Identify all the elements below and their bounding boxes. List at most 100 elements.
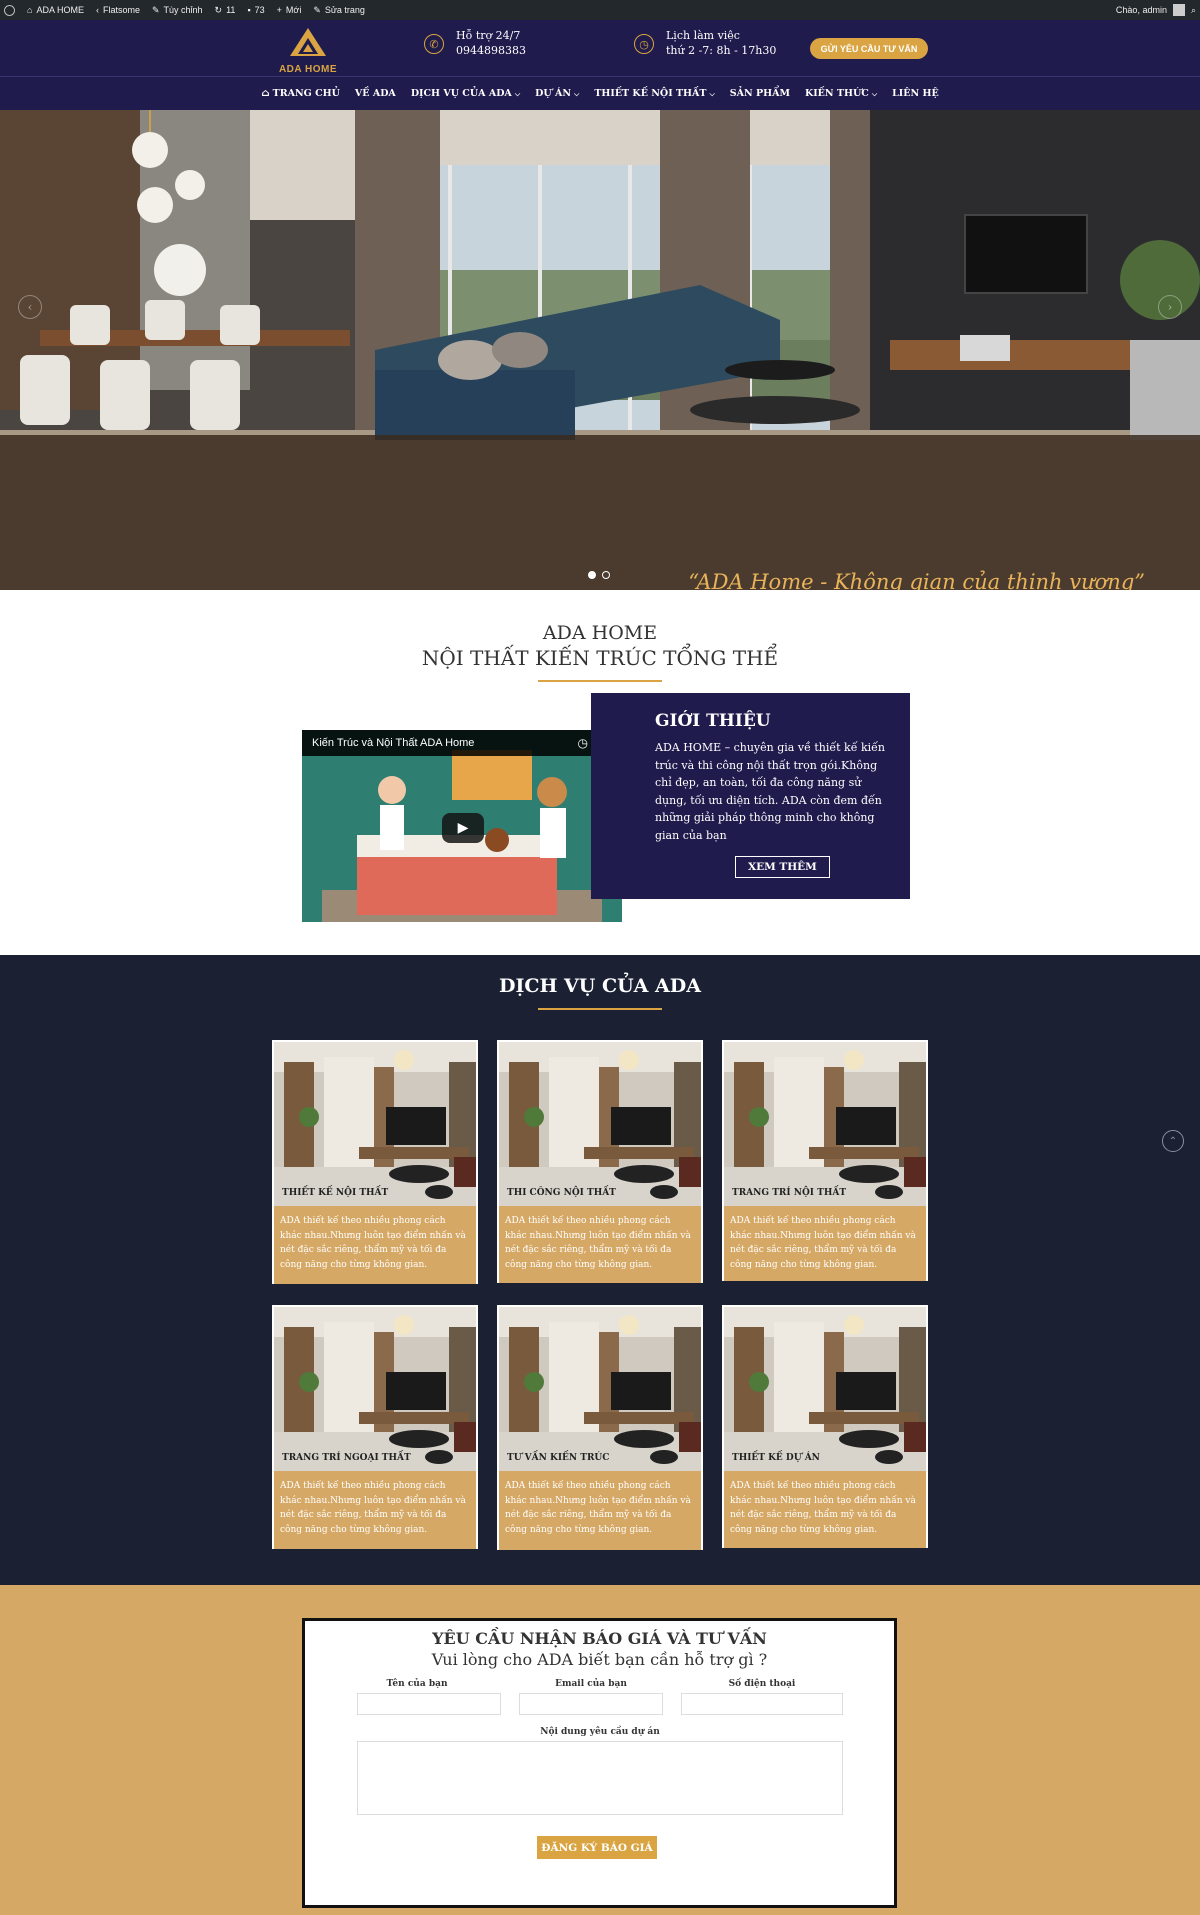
chevron-down-icon: ⌵ bbox=[871, 88, 878, 98]
hero-next-arrow-icon[interactable]: › bbox=[1158, 295, 1182, 319]
chevron-down-icon: ⌵ bbox=[574, 88, 580, 98]
intro-box-text: ADA HOME – chuyên gia về thiết kế kiến t… bbox=[655, 741, 886, 842]
wordpress-logo-icon[interactable] bbox=[4, 4, 15, 16]
support-label: Hỗ trợ 24/7 bbox=[456, 29, 521, 42]
avatar[interactable] bbox=[1172, 4, 1185, 16]
clock-icon: ◷ bbox=[634, 34, 654, 54]
clock-icon[interactable]: ◷ bbox=[577, 736, 587, 750]
nav-item-8[interactable]: LIÊN HỆ bbox=[892, 88, 939, 99]
phone-field[interactable] bbox=[681, 1693, 843, 1715]
service-card[interactable]: TƯ VẤN KIẾN TRÚC ADA thiết kế theo nhiều … bbox=[497, 1305, 703, 1550]
main-nav: ⌂ TRANG CHỦ VỀ ADA DỊCH VỤ CỦA ADA ⌵ DỰ ÁN ⌵ TH… bbox=[0, 76, 1200, 110]
intro-divider bbox=[538, 680, 662, 682]
service-card[interactable]: TRANG TRÍ NGOẠI THẤT ADA thiết kế theo nh… bbox=[272, 1305, 478, 1549]
nav-label: SẢN PHẨM bbox=[729, 88, 790, 99]
brush-icon: ✎ bbox=[151, 4, 160, 15]
admin-bar: ⌂ ADA HOME ‹ Flatsome ✎ Tùy chỉnh ↻ 11 ▪ 73 +… bbox=[0, 0, 1200, 20]
hours-label: Lịch làm việc bbox=[666, 29, 740, 42]
nav-label: VỀ ADA bbox=[354, 88, 396, 99]
nav-label: DỰ ÁN bbox=[535, 88, 572, 99]
email-label: Email của bạn bbox=[555, 1679, 627, 1689]
service-label[interactable]: TRANG TRÍ NGOẠI THẤT bbox=[282, 1453, 411, 1463]
nav-label: DỊCH VỤ CỦA ADA bbox=[410, 88, 512, 99]
service-card[interactable]: THIẾT KẾ DỰ ÁN ADA thiết kế theo nhiều ph… bbox=[722, 1305, 928, 1548]
service-description: ADA thiết kế theo nhiều phong cách khác … bbox=[730, 1481, 916, 1535]
admin-new-link[interactable]: + Mới bbox=[277, 5, 302, 15]
intro-box-heading: GIỚI THIỆU bbox=[655, 711, 771, 731]
working-hours: ◷ Lịch làm việc thứ 2 -7: 8h - 17h30 bbox=[634, 28, 776, 58]
service-label[interactable]: THI CÔNG NỘI THẤT bbox=[507, 1188, 616, 1198]
admin-comments-link[interactable]: ▪ 73 bbox=[247, 5, 264, 15]
request-consult-button[interactable]: GỬI YÊU CẦU TƯ VẤN bbox=[810, 38, 928, 59]
service-description: ADA thiết kế theo nhiều phong cách khác … bbox=[505, 1481, 691, 1535]
admin-greeting[interactable]: Chào, admin bbox=[1116, 5, 1167, 15]
support-phone[interactable]: 0944898383 bbox=[456, 43, 526, 58]
message-field[interactable] bbox=[357, 1741, 843, 1815]
house-icon: ⌂ bbox=[27, 5, 33, 15]
nav-label: KIẾN THỨC bbox=[804, 88, 869, 99]
slider-dot-2[interactable] bbox=[602, 571, 610, 579]
nav-label: TRANG CHỦ bbox=[272, 88, 340, 99]
service-description: ADA thiết kế theo nhiều phong cách khác … bbox=[730, 1216, 916, 1270]
service-card[interactable]: THIẾT KẾ NỘI THẤT ADA thiết kế theo nhiều… bbox=[272, 1040, 478, 1284]
intro-title-2: NỘI THẤT KIẾN TRÚC TỔNG THỂ bbox=[421, 646, 779, 670]
nav-item-7[interactable]: KIẾN THỨC ⌵ bbox=[805, 88, 877, 99]
services-divider bbox=[538, 1008, 662, 1010]
nav-item-1[interactable]: ⌂ TRANG CHỦ bbox=[261, 88, 340, 99]
nav-item-3[interactable]: DỊCH VỤ CỦA ADA ⌵ bbox=[411, 88, 520, 99]
service-label[interactable]: THIẾT KẾ NỘI THẤT bbox=[282, 1188, 388, 1198]
intro-title-1: ADA HOME bbox=[542, 622, 658, 644]
service-card[interactable]: THI CÔNG NỘI THẤT ADA thiết kế theo nhiều… bbox=[497, 1040, 703, 1283]
service-card[interactable]: TRANG TRÍ NỘI THẤT ADA thiết kế theo nhiề… bbox=[722, 1040, 928, 1281]
nav-item-2[interactable]: VỀ ADA bbox=[355, 88, 396, 99]
service-label[interactable]: TƯ VẤN KIẾN TRÚC bbox=[507, 1453, 609, 1463]
hero-tagline: “ADA Home - Không gian của thịnh vượng” bbox=[688, 570, 1145, 590]
service-description: ADA thiết kế theo nhiều phong cách khác … bbox=[280, 1481, 466, 1535]
phone-label: Số điện thoại bbox=[728, 1679, 796, 1689]
video-title[interactable]: Kiến Trúc và Nội Thất ADA Home bbox=[312, 737, 474, 749]
hero-image bbox=[0, 110, 1200, 590]
play-icon[interactable]: ▶ bbox=[442, 813, 484, 843]
admin-edit-link[interactable]: ✎ Sửa trang bbox=[313, 5, 365, 16]
nav-item-6[interactable]: SẢN PHẨM bbox=[730, 88, 790, 99]
support-contact: ✆ Hỗ trợ 24/7 0944898383 bbox=[424, 28, 526, 58]
service-label[interactable]: TRANG TRÍ NỘI THẤT bbox=[732, 1188, 846, 1198]
name-field[interactable] bbox=[357, 1693, 501, 1715]
scroll-up-icon[interactable]: ⌃ bbox=[1162, 1130, 1184, 1152]
message-label: Nội dung yêu cầu dự án bbox=[540, 1727, 660, 1737]
hero-slider[interactable]: ‹ › “ADA Home - Không gian của thịnh vượ… bbox=[0, 110, 1200, 590]
read-more-button[interactable]: XEM THÊM bbox=[735, 856, 830, 878]
service-image[interactable]: TƯ VẤN KIẾN TRÚC bbox=[499, 1307, 701, 1471]
service-image[interactable]: THIẾT KẾ DỰ ÁN bbox=[724, 1307, 926, 1471]
services-section: DỊCH VỤ CỦA ADA THIẾT KẾ NỘI THẤT ADA thi… bbox=[0, 955, 1200, 1585]
site-logo[interactable]: ADA HOME bbox=[278, 26, 338, 76]
hero-prev-arrow-icon[interactable]: ‹ bbox=[18, 295, 42, 319]
refresh-icon: ↻ bbox=[214, 4, 223, 15]
admin-site-link[interactable]: ⌂ ADA HOME bbox=[27, 5, 84, 15]
hours-value: thứ 2 -7: 8h - 17h30 bbox=[666, 44, 777, 57]
admin-theme-link[interactable]: ‹ Flatsome bbox=[96, 5, 140, 15]
admin-updates-link[interactable]: ↻ 11 bbox=[215, 5, 236, 16]
plus-icon: + bbox=[276, 5, 282, 15]
service-image[interactable]: TRANG TRÍ NGOẠI THẤT bbox=[274, 1307, 476, 1471]
quote-form-section: YÊU CẦU NHẬN BÁO GIÁ VÀ TƯ VẤN Vui lòng … bbox=[0, 1585, 1200, 1915]
slider-dot-1[interactable] bbox=[588, 571, 596, 579]
email-field[interactable] bbox=[519, 1693, 663, 1715]
nav-item-4[interactable]: DỰ ÁN ⌵ bbox=[535, 88, 579, 99]
name-label: Tên của bạn bbox=[386, 1679, 448, 1689]
quote-form: YÊU CẦU NHẬN BÁO GIÁ VÀ TƯ VẤN Vui lòng … bbox=[302, 1618, 897, 1908]
admin-customize-link[interactable]: ✎ Tùy chỉnh bbox=[152, 5, 203, 16]
video-title-bar: Kiến Trúc và Nội Thất ADA Home ◷ ➦ bbox=[302, 730, 622, 756]
chevron-down-icon: ⌵ bbox=[709, 88, 715, 98]
service-image[interactable]: THIẾT KẾ NỘI THẤT bbox=[274, 1042, 476, 1206]
search-icon[interactable]: ⌕ bbox=[1191, 5, 1196, 16]
nav-label: THIẾT KẾ NỘI THẤT bbox=[594, 88, 707, 99]
comment-icon: ▪ bbox=[247, 5, 251, 15]
service-image[interactable]: THI CÔNG NỘI THẤT bbox=[499, 1042, 701, 1206]
phone-icon: ✆ bbox=[424, 34, 444, 54]
intro-video[interactable]: Kiến Trúc và Nội Thất ADA Home ◷ ➦ ▶ bbox=[302, 730, 622, 922]
submit-quote-button[interactable]: ĐĂNG KÝ BÁO GIÁ bbox=[537, 1836, 657, 1859]
nav-item-5[interactable]: THIẾT KẾ NỘI THẤT ⌵ bbox=[594, 88, 714, 99]
service-image[interactable]: TRANG TRÍ NỘI THẤT bbox=[724, 1042, 926, 1206]
service-label[interactable]: THIẾT KẾ DỰ ÁN bbox=[732, 1453, 820, 1463]
